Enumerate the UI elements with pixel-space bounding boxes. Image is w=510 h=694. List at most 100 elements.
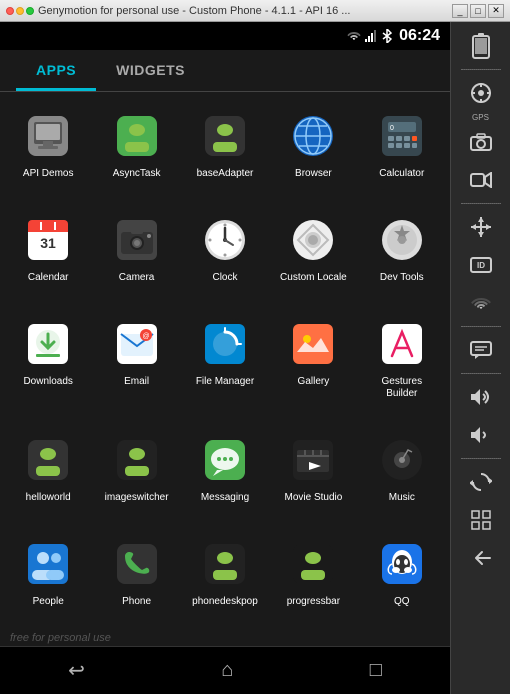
minimize-dot[interactable] (16, 7, 24, 15)
id-sidebar-icon[interactable]: ID (459, 247, 503, 283)
app-label-email: Email (124, 376, 149, 388)
minimize-button[interactable]: _ (452, 4, 468, 18)
app-item-progressbar[interactable]: progressbar (269, 528, 357, 632)
vol-down-sidebar-icon[interactable] (459, 417, 503, 453)
app-item-gestures-builder[interactable]: Gestures Builder (358, 308, 446, 424)
gps-sidebar-icon[interactable] (459, 75, 503, 111)
app-item-people[interactable]: People (4, 528, 92, 632)
app-label-phonedeskpop: phonedeskpop (192, 596, 258, 608)
app-label-phone: Phone (122, 596, 151, 608)
app-item-helloworld[interactable]: helloworld (4, 424, 92, 528)
app-icon-baseadapter (197, 108, 253, 164)
video-sidebar-icon[interactable] (459, 162, 503, 198)
app-item-messaging[interactable]: Messaging (181, 424, 269, 528)
close-button[interactable]: ✕ (488, 4, 504, 18)
app-item-imageswitcher[interactable]: imageswitcher (92, 424, 180, 528)
app-item-api-demos[interactable]: API Demos (4, 100, 92, 204)
right-sidebar: GPS ID (450, 22, 510, 694)
svg-text:ID: ID (477, 261, 485, 270)
apps-grid: API Demos AsyncTask baseAdapter Browser 0 Cal… (0, 92, 450, 640)
app-label-gestures-builder: Gestures Builder (366, 376, 438, 400)
app-item-movie-studio[interactable]: Movie Studio (269, 424, 357, 528)
vol-up-sidebar-icon[interactable] (459, 379, 503, 415)
app-label-progressbar: progressbar (287, 596, 340, 608)
app-label-file-manager: File Manager (196, 376, 254, 388)
app-icon-calendar: 31 (20, 212, 76, 268)
app-icon-phonedeskpop (197, 536, 253, 592)
svg-text:0: 0 (390, 125, 394, 132)
app-icon-people (20, 536, 76, 592)
title-bar: Genymotion for personal use - Custom Pho… (0, 0, 510, 22)
app-label-browser: Browser (295, 168, 332, 180)
app-drawer: APPS WIDGETS API Demos AsyncTask baseAdapt… (0, 50, 450, 646)
app-item-downloads[interactable]: Downloads (4, 308, 92, 424)
app-item-clock[interactable]: Clock (181, 204, 269, 308)
app-label-people: People (33, 596, 64, 608)
app-icon-gestures-builder (374, 316, 430, 372)
app-item-calendar[interactable]: 31 Calendar (4, 204, 92, 308)
app-label-qq: QQ (394, 596, 410, 608)
status-bar: 06:24 (0, 22, 450, 50)
app-icon-gallery (285, 316, 341, 372)
battery-sidebar-icon[interactable] (459, 28, 503, 64)
signal-icon (365, 30, 379, 42)
title-bar-dots (6, 7, 34, 15)
app-item-dev-tools[interactable]: Dev Tools (358, 204, 446, 308)
app-item-file-manager[interactable]: File Manager (181, 308, 269, 424)
back-sidebar-icon[interactable] (459, 540, 503, 576)
recents-button[interactable]: □ (370, 659, 382, 682)
sms-sidebar-icon[interactable] (459, 332, 503, 368)
app-label-dev-tools: Dev Tools (380, 272, 424, 284)
app-label-calculator: Calculator (379, 168, 424, 180)
sidebar-divider-1 (461, 69, 501, 70)
app-item-custom-locale[interactable]: Custom Locale (269, 204, 357, 308)
app-icon-asynctask (109, 108, 165, 164)
app-label-music: Music (389, 492, 415, 504)
maximize-dot[interactable] (26, 7, 34, 15)
app-item-phone[interactable]: Phone (92, 528, 180, 632)
app-item-calculator[interactable]: 0 Calculator (358, 100, 446, 204)
app-item-qq[interactable]: QQ (358, 528, 446, 632)
status-time: 06:24 (399, 27, 440, 45)
phone-screen: 06:24 APPS WIDGETS API Demos AsyncTask bas… (0, 22, 450, 694)
back-button[interactable]: ↩ (68, 658, 85, 683)
app-icon-custom-locale (285, 212, 341, 268)
app-item-asynctask[interactable]: AsyncTask (92, 100, 180, 204)
app-icon-browser (285, 108, 341, 164)
rotate-sidebar-icon[interactable] (459, 464, 503, 500)
app-item-email[interactable]: @ Email (92, 308, 180, 424)
tab-widgets[interactable]: WIDGETS (96, 50, 205, 91)
wifi-icon (346, 30, 362, 42)
dpi-sidebar-icon[interactable] (459, 502, 503, 538)
tab-apps[interactable]: APPS (16, 50, 96, 91)
title-bar-controls: _ □ ✕ (452, 4, 504, 18)
app-label-custom-locale: Custom Locale (280, 272, 347, 284)
app-label-clock: Clock (212, 272, 237, 284)
gps-label: GPS (472, 113, 489, 122)
app-item-browser[interactable]: Browser (269, 100, 357, 204)
app-item-camera[interactable]: Camera (92, 204, 180, 308)
camera-sidebar-icon[interactable] (459, 124, 503, 160)
close-dot[interactable] (6, 7, 14, 15)
restore-button[interactable]: □ (470, 4, 486, 18)
app-item-music[interactable]: Music (358, 424, 446, 528)
sidebar-divider-2 (461, 203, 501, 204)
wifi-sidebar-icon[interactable] (459, 285, 503, 321)
app-icon-email: @ (109, 316, 165, 372)
app-icon-qq (374, 536, 430, 592)
sidebar-divider-3 (461, 326, 501, 327)
app-label-imageswitcher: imageswitcher (105, 492, 169, 504)
app-label-messaging: Messaging (201, 492, 249, 504)
app-item-phonedeskpop[interactable]: phonedeskpop (181, 528, 269, 632)
home-button[interactable]: ⌂ (221, 659, 233, 682)
app-icon-movie-studio (285, 432, 341, 488)
app-label-asynctask: AsyncTask (113, 168, 161, 180)
move-sidebar-icon[interactable] (459, 209, 503, 245)
app-label-calendar: Calendar (28, 272, 69, 284)
sidebar-divider-5 (461, 458, 501, 459)
app-label-baseadapter: baseAdapter (197, 168, 254, 180)
app-item-gallery[interactable]: Gallery (269, 308, 357, 424)
app-label-api-demos: API Demos (23, 168, 74, 180)
app-item-baseadapter[interactable]: baseAdapter (181, 100, 269, 204)
svg-text:31: 31 (40, 235, 56, 251)
